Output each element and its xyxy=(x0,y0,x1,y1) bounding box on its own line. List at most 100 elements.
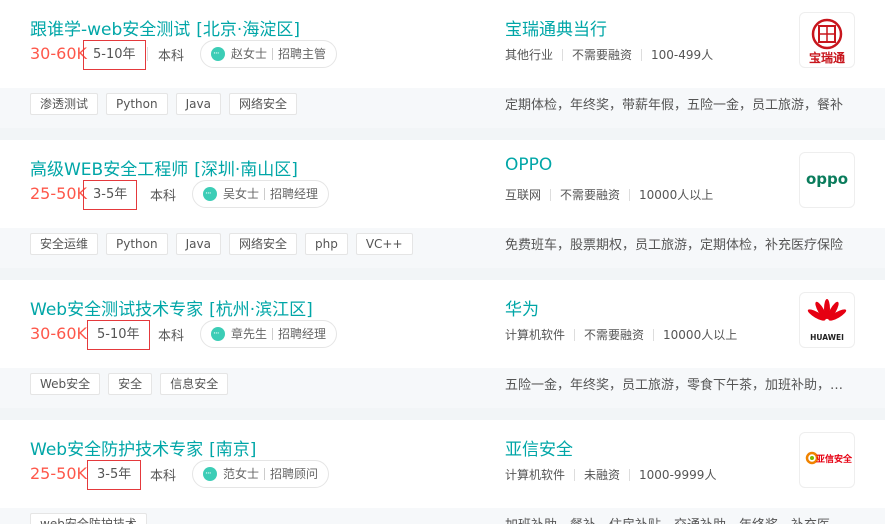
skill-tag[interactable]: web安全防护技术 xyxy=(30,513,147,524)
divider xyxy=(574,468,576,481)
skill-tag[interactable]: 网络安全 xyxy=(228,93,297,115)
chat-bubble-icon xyxy=(211,321,225,347)
divider xyxy=(264,188,266,200)
divider xyxy=(629,188,631,201)
job-degree: 本科 xyxy=(158,49,185,64)
huawei-logo-icon[interactable]: HUAWEI xyxy=(799,292,855,348)
skill-tag[interactable]: 网络安全 xyxy=(228,233,297,255)
skill-tag[interactable]: 安全运维 xyxy=(30,233,99,255)
baoruitong-logo-icon[interactable]: 宝瑞通 xyxy=(799,12,855,68)
skill-tag[interactable]: 安全 xyxy=(108,373,153,395)
job-salary: 25-50K xyxy=(30,184,87,203)
divider xyxy=(629,468,631,481)
skill-tag[interactable]: Java xyxy=(175,93,221,115)
job-experience: 5-10年 xyxy=(83,40,146,70)
chat-bubble-icon xyxy=(211,41,225,67)
company-name-link[interactable]: 宝瑞通典当行 xyxy=(505,15,607,40)
skill-tags: web安全防护技术 xyxy=(30,513,147,524)
recruiter-name: 章先生 xyxy=(231,327,268,341)
company-size: 1000-9999人 xyxy=(639,468,717,482)
chat-bubble-icon xyxy=(203,461,217,487)
skill-tags: Web安全 安全 信息安全 xyxy=(30,373,229,395)
recruiter-name: 吴女士 xyxy=(223,187,260,201)
job-title-link[interactable]: Web安全测试技术专家 [杭州·滨江区] xyxy=(30,295,313,320)
job-degree: 本科 xyxy=(150,469,177,484)
skill-tag[interactable]: Web安全 xyxy=(30,373,101,395)
job-degree: 本科 xyxy=(150,189,177,204)
job-title[interactable]: Web安全测试技术专家 xyxy=(30,300,203,320)
company-industry: 计算机软件 xyxy=(505,468,566,482)
logo-text: 宝瑞通 xyxy=(809,50,845,65)
company-industry: 互联网 xyxy=(505,188,542,202)
job-card[interactable]: Web安全测试技术专家 [杭州·滨江区] 30-60K 5-10年 本科 章先生 … xyxy=(0,280,885,408)
asiainfo-logo-icon[interactable]: 亚信安全 xyxy=(799,432,855,488)
recruiter-role: 招聘经理 xyxy=(278,327,327,341)
job-salary: 30-60K xyxy=(30,44,87,63)
job-card[interactable]: 高级WEB安全工程师 [深圳·南山区] 25-50K 3-5年 本科 吴女士 招聘… xyxy=(0,140,885,268)
job-area: [深圳·南山区] xyxy=(194,160,298,180)
skill-tags: 渗透测试 Python Java 网络安全 xyxy=(30,93,297,115)
divider xyxy=(550,188,552,201)
job-benefits: 免费班车，股票期权，员工旅游，定期体检，补充医疗保险 xyxy=(505,238,844,253)
company-funding: 不需要融资 xyxy=(584,328,645,342)
recruiter-chat-button[interactable]: 范女士 招聘顾问 xyxy=(192,460,330,488)
job-primary: Web安全防护技术专家[南京] 25-50K 3-5年 本科 范女士 招聘顾问 … xyxy=(0,420,885,508)
recruiter-role: 招聘顾问 xyxy=(270,467,319,481)
job-secondary: web安全防护技术 加班补助，餐补，住房补贴，交通补助，年终奖，补充医疗保险 xyxy=(0,508,885,524)
job-primary: 高级WEB安全工程师 [深圳·南山区] 25-50K 3-5年 本科 吴女士 招聘… xyxy=(0,140,885,228)
job-primary: Web安全测试技术专家 [杭州·滨江区] 30-60K 5-10年 本科 章先生 … xyxy=(0,280,885,368)
skill-tag[interactable]: Python xyxy=(106,233,168,255)
skill-tag[interactable]: Python xyxy=(106,93,168,115)
job-salary: 30-60K xyxy=(30,324,87,343)
skill-tag[interactable]: 渗透测试 xyxy=(30,93,99,115)
logo-text: oppo xyxy=(806,170,848,188)
job-title-link[interactable]: Web安全防护技术专家 [南京] xyxy=(30,435,256,460)
recruiter-role: 招聘主管 xyxy=(278,47,327,61)
job-title[interactable]: 跟谁学-web安全测试 xyxy=(30,20,190,40)
job-area: [北京·海淀区] xyxy=(196,20,300,40)
skill-tag[interactable]: 信息安全 xyxy=(160,373,229,395)
recruiter-name: 赵女士 xyxy=(231,47,268,61)
job-title[interactable]: 高级WEB安全工程师 xyxy=(30,160,188,180)
company-size: 10000人以上 xyxy=(663,328,738,342)
job-title-link[interactable]: 跟谁学-web安全测试 [北京·海淀区] xyxy=(30,15,300,40)
skill-tag[interactable]: php xyxy=(305,233,348,255)
job-experience: 3-5年 xyxy=(87,460,142,490)
recruiter-chat-button[interactable]: 赵女士 招聘主管 xyxy=(200,40,338,68)
divider xyxy=(272,48,274,60)
company-name-link[interactable]: 亚信安全 xyxy=(505,435,573,460)
company-size: 10000人以上 xyxy=(639,188,714,202)
divider xyxy=(653,328,655,341)
job-title-link[interactable]: 高级WEB安全工程师 [深圳·南山区] xyxy=(30,155,298,180)
job-experience: 3-5年 xyxy=(83,180,138,210)
oppo-logo-icon[interactable]: oppo xyxy=(799,152,855,208)
divider xyxy=(562,48,564,61)
logo-text: HUAWEI xyxy=(810,333,844,342)
company-info: 互联网 不需要融资 10000人以上 xyxy=(505,186,713,203)
skill-tag[interactable]: VC++ xyxy=(355,233,413,255)
chat-bubble-icon xyxy=(203,181,217,207)
recruiter-chat-button[interactable]: 吴女士 招聘经理 xyxy=(192,180,330,208)
job-area: [南京] xyxy=(209,440,257,460)
company-info: 计算机软件 未融资 1000-9999人 xyxy=(505,466,716,483)
skill-tag[interactable]: Java xyxy=(175,233,221,255)
job-salary: 25-50K xyxy=(30,464,87,483)
job-secondary: 渗透测试 Python Java 网络安全 定期体检，年终奖，带薪年假，五险一金… xyxy=(0,88,885,128)
company-name-link[interactable]: 华为 xyxy=(505,295,539,320)
company-industry: 其他行业 xyxy=(505,48,554,62)
recruiter-chat-button[interactable]: 章先生 招聘经理 xyxy=(200,320,338,348)
job-card[interactable]: 跟谁学-web安全测试 [北京·海淀区] 30-60K 5-10年 本科 赵女士 … xyxy=(0,0,885,128)
job-degree: 本科 xyxy=(158,329,185,344)
job-benefits: 五险一金，年终奖，员工旅游，零食下午茶，加班补助，节日福利 xyxy=(505,378,850,393)
recruiter-role: 招聘经理 xyxy=(270,187,319,201)
divider xyxy=(264,468,266,480)
job-experience: 5-10年 xyxy=(87,320,150,350)
company-name-link[interactable]: OPPO xyxy=(505,155,552,175)
job-title[interactable]: Web安全防护技术专家 xyxy=(30,440,203,460)
company-funding: 未融资 xyxy=(584,468,621,482)
job-benefits: 加班补助，餐补，住房补贴，交通补助，年终奖，补充医疗保险 xyxy=(505,514,850,524)
divider xyxy=(574,328,576,341)
divider xyxy=(641,48,643,61)
job-card[interactable]: Web安全防护技术专家[南京] 25-50K 3-5年 本科 范女士 招聘顾问 … xyxy=(0,420,885,524)
logo-text: 亚信安全 xyxy=(816,453,853,465)
